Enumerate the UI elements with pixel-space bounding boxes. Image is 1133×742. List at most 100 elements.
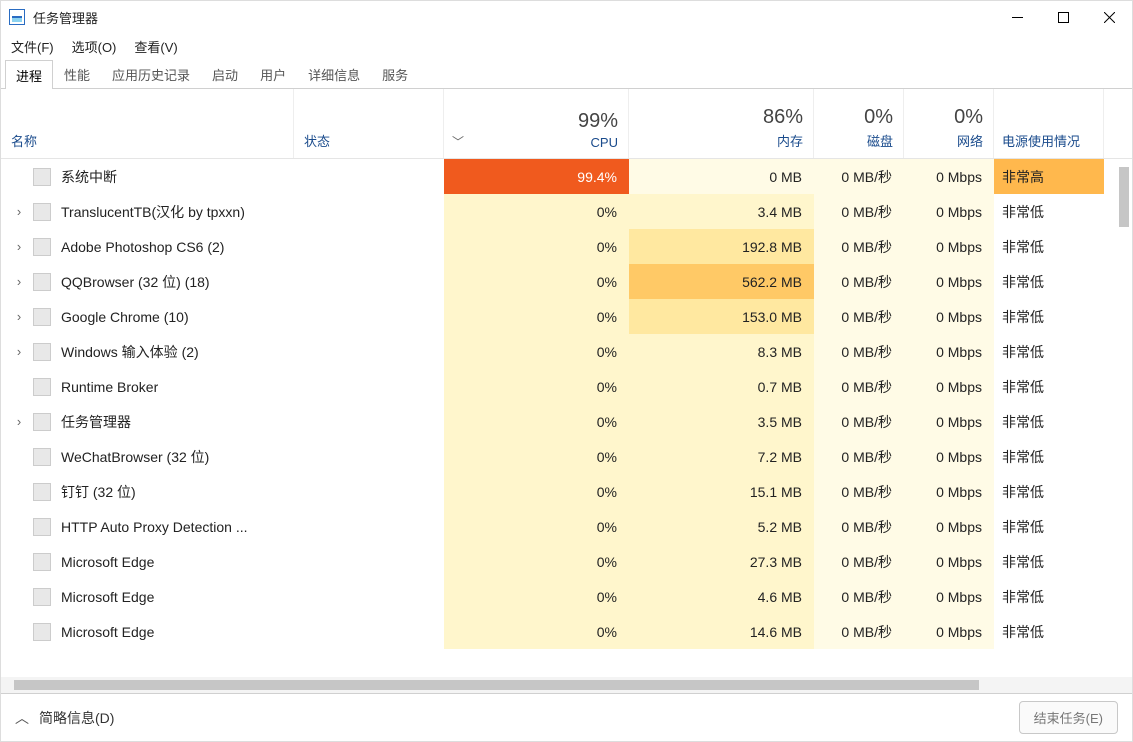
process-name: QQBrowser (32 位) (18)	[61, 272, 210, 292]
expand-icon[interactable]: ›	[11, 274, 27, 289]
menu-file[interactable]: 文件(F)	[11, 37, 54, 56]
cell-power: 非常低	[994, 544, 1104, 579]
tab-startup[interactable]: 启动	[201, 59, 249, 88]
col-memory[interactable]: 86% 内存	[629, 89, 814, 158]
process-icon	[33, 238, 51, 256]
table-row[interactable]: ›QQBrowser (32 位) (18)0%562.2 MB0 MB/秒0 …	[1, 264, 1132, 299]
col-net-value: 0%	[954, 106, 983, 129]
tab-app-history[interactable]: 应用历史记录	[101, 59, 201, 88]
col-status[interactable]: 状态	[294, 89, 444, 158]
table-row[interactable]: HTTP Auto Proxy Detection ...0%5.2 MB0 M…	[1, 509, 1132, 544]
cell-memory: 3.5 MB	[629, 404, 814, 439]
expand-icon[interactable]: ›	[11, 414, 27, 429]
titlebar[interactable]: 任务管理器	[1, 1, 1132, 33]
col-cpu-value: 99%	[578, 110, 618, 133]
cell-power: 非常低	[994, 439, 1104, 474]
process-name: 系统中断	[61, 167, 117, 187]
end-task-label: 结束任务(E)	[1034, 711, 1103, 726]
col-mem-label: 内存	[777, 131, 803, 150]
table-row[interactable]: Microsoft Edge0%14.6 MB0 MB/秒0 Mbps非常低	[1, 614, 1132, 649]
menu-options[interactable]: 选项(O)	[72, 37, 117, 56]
cell-status	[294, 579, 444, 614]
table-row[interactable]: Runtime Broker0%0.7 MB0 MB/秒0 Mbps非常低	[1, 369, 1132, 404]
tab-performance[interactable]: 性能	[53, 59, 101, 88]
table-row[interactable]: WeChatBrowser (32 位)0%7.2 MB0 MB/秒0 Mbps…	[1, 439, 1132, 474]
maximize-button[interactable]	[1040, 1, 1086, 33]
cell-cpu: 0%	[444, 439, 629, 474]
table-row[interactable]: ›Windows 输入体验 (2)0%8.3 MB0 MB/秒0 Mbps非常低	[1, 334, 1132, 369]
menu-view[interactable]: 查看(V)	[134, 37, 177, 56]
cell-power: 非常低	[994, 334, 1104, 369]
cell-disk: 0 MB/秒	[814, 299, 904, 334]
col-disk-value: 0%	[864, 106, 893, 129]
cell-name: Microsoft Edge	[1, 614, 294, 649]
horizontal-scrollbar[interactable]	[1, 677, 1132, 693]
process-icon	[33, 203, 51, 221]
cell-power: 非常低	[994, 474, 1104, 509]
process-icon	[33, 343, 51, 361]
cell-disk: 0 MB/秒	[814, 194, 904, 229]
cell-name: ›Windows 输入体验 (2)	[1, 334, 294, 369]
process-name: HTTP Auto Proxy Detection ...	[61, 519, 247, 535]
process-name: Microsoft Edge	[61, 589, 154, 605]
col-name-label: 名称	[11, 131, 37, 150]
process-icon	[33, 448, 51, 466]
table-row[interactable]: Microsoft Edge0%4.6 MB0 MB/秒0 Mbps非常低	[1, 579, 1132, 614]
cell-network: 0 Mbps	[904, 334, 994, 369]
cell-status	[294, 439, 444, 474]
cell-status	[294, 404, 444, 439]
cell-network: 0 Mbps	[904, 404, 994, 439]
cell-memory: 27.3 MB	[629, 544, 814, 579]
cell-cpu: 0%	[444, 229, 629, 264]
table-body[interactable]: 系统中断99.4%0 MB0 MB/秒0 Mbps非常高›Translucent…	[1, 159, 1132, 677]
tab-details[interactable]: 详细信息	[297, 59, 371, 88]
cell-memory: 0.7 MB	[629, 369, 814, 404]
cell-memory: 7.2 MB	[629, 439, 814, 474]
cell-status	[294, 159, 444, 194]
cell-network: 0 Mbps	[904, 194, 994, 229]
col-power[interactable]: 电源使用情况	[994, 89, 1104, 158]
cell-memory: 4.6 MB	[629, 579, 814, 614]
cell-disk: 0 MB/秒	[814, 509, 904, 544]
cell-network: 0 Mbps	[904, 439, 994, 474]
cell-memory: 15.1 MB	[629, 474, 814, 509]
col-network[interactable]: 0% 网络	[904, 89, 994, 158]
table-row[interactable]: ›任务管理器0%3.5 MB0 MB/秒0 Mbps非常低	[1, 404, 1132, 439]
table-row[interactable]: 钉钉 (32 位)0%15.1 MB0 MB/秒0 Mbps非常低	[1, 474, 1132, 509]
cell-status	[294, 474, 444, 509]
tab-users[interactable]: 用户	[249, 59, 297, 88]
end-task-button[interactable]: 结束任务(E)	[1019, 701, 1118, 734]
vertical-scrollbar[interactable]	[1119, 167, 1129, 227]
expand-icon[interactable]: ›	[11, 309, 27, 324]
col-power-label: 电源使用情况	[1002, 131, 1080, 150]
col-cpu[interactable]: ﹀ 99% CPU	[444, 89, 629, 158]
col-disk[interactable]: 0% 磁盘	[814, 89, 904, 158]
cell-name: Microsoft Edge	[1, 544, 294, 579]
cell-cpu: 0%	[444, 404, 629, 439]
cell-memory: 3.4 MB	[629, 194, 814, 229]
close-button[interactable]	[1086, 1, 1132, 33]
col-cpu-label: CPU	[591, 135, 618, 150]
table-row[interactable]: ›TranslucentTB(汉化 by tpxxn)0%3.4 MB0 MB/…	[1, 194, 1132, 229]
process-icon	[33, 413, 51, 431]
col-net-label: 网络	[957, 131, 983, 150]
expand-icon[interactable]: ›	[11, 204, 27, 219]
tab-processes[interactable]: 进程	[5, 60, 53, 89]
col-name[interactable]: 名称	[1, 89, 294, 158]
minimize-button[interactable]	[994, 1, 1040, 33]
expand-icon[interactable]: ›	[11, 344, 27, 359]
fewer-details-button[interactable]: ︿ 简略信息(D)	[15, 708, 114, 728]
cell-cpu: 0%	[444, 579, 629, 614]
table-row[interactable]: Microsoft Edge0%27.3 MB0 MB/秒0 Mbps非常低	[1, 544, 1132, 579]
table-row[interactable]: ›Google Chrome (10)0%153.0 MB0 MB/秒0 Mbp…	[1, 299, 1132, 334]
horizontal-scroll-thumb[interactable]	[14, 680, 979, 690]
task-manager-window: 任务管理器 文件(F) 选项(O) 查看(V) 进程 性能 应用历史记录 启动 …	[0, 0, 1133, 742]
cell-power: 非常低	[994, 404, 1104, 439]
expand-icon[interactable]: ›	[11, 239, 27, 254]
table-row[interactable]: ›Adobe Photoshop CS6 (2)0%192.8 MB0 MB/秒…	[1, 229, 1132, 264]
process-name: 任务管理器	[61, 412, 131, 432]
tab-services[interactable]: 服务	[371, 59, 419, 88]
cell-status	[294, 229, 444, 264]
table-row[interactable]: 系统中断99.4%0 MB0 MB/秒0 Mbps非常高	[1, 159, 1132, 194]
cell-disk: 0 MB/秒	[814, 614, 904, 649]
